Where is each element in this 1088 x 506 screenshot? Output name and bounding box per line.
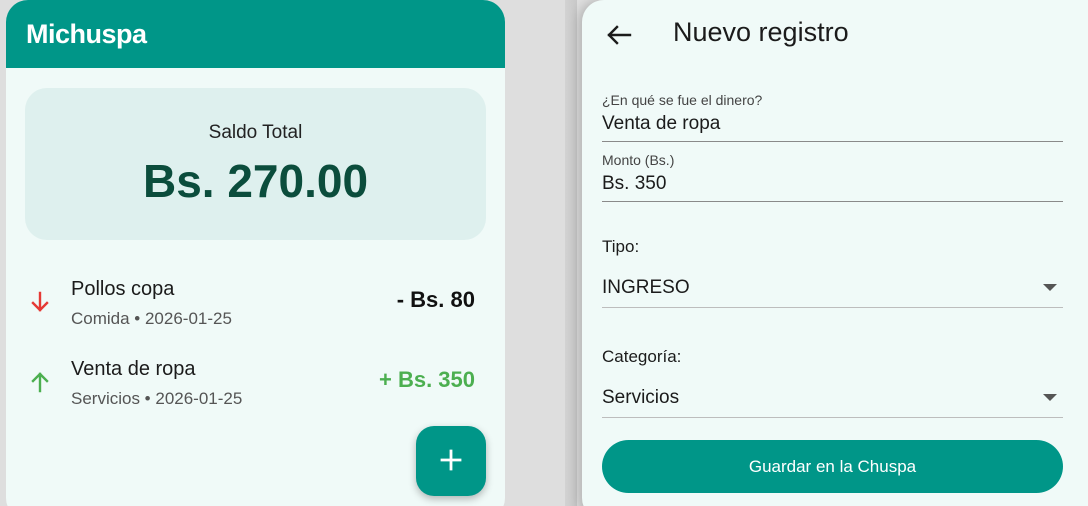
- app-title: Michuspa: [26, 18, 147, 49]
- back-button[interactable]: [604, 20, 634, 50]
- transaction-amount: - Bs. 80: [396, 287, 475, 312]
- category-selected-value: Servicios: [602, 386, 680, 408]
- arrow-down-icon: [28, 290, 52, 314]
- transaction-subtitle: Servicios • 2026-01-25: [71, 389, 243, 408]
- add-transaction-button[interactable]: [416, 426, 486, 496]
- transaction-title: Pollos copa: [71, 278, 175, 300]
- balance-value: Bs. 270.00: [142, 155, 369, 207]
- balance-label: Saldo Total: [208, 122, 303, 143]
- chevron-down-icon: [1043, 284, 1057, 291]
- transaction-row[interactable]: Pollos copa Comida • 2026-01-25 - Bs. 80: [6, 270, 505, 350]
- page-title: Nuevo registro: [673, 17, 849, 47]
- type-select[interactable]: INGRESO: [602, 268, 1063, 308]
- transaction-list: Pollos copa Comida • 2026-01-25 - Bs. 80…: [6, 270, 505, 430]
- category-select[interactable]: Servicios: [602, 378, 1063, 418]
- amount-field-group: Monto (Bs.): [602, 152, 1063, 202]
- amount-input[interactable]: [602, 168, 1063, 202]
- arrow-up-icon: [28, 370, 52, 394]
- description-label: ¿En qué se fue el dinero?: [602, 92, 763, 108]
- description-field-group: ¿En qué se fue el dinero?: [602, 92, 1063, 142]
- description-input[interactable]: [602, 108, 1063, 142]
- category-label: Categoría:: [602, 347, 682, 366]
- app-bar: Michuspa: [6, 0, 505, 68]
- transaction-amount: + Bs. 350: [378, 367, 475, 392]
- save-button[interactable]: Guardar en la Chuspa: [602, 440, 1063, 493]
- type-selected-value: INGRESO: [602, 276, 690, 298]
- plus-icon: [439, 448, 463, 475]
- transaction-title: Venta de ropa: [71, 358, 196, 380]
- transaction-subtitle: Comida • 2026-01-25: [71, 309, 232, 328]
- chevron-down-icon: [1043, 394, 1057, 401]
- transaction-row[interactable]: Venta de ropa Servicios • 2026-01-25 + B…: [6, 350, 505, 430]
- new-record-screen: Nuevo registro ¿En qué se fue el dinero?…: [582, 0, 1088, 506]
- type-label: Tipo:: [602, 237, 640, 256]
- home-screen: Michuspa Saldo Total Bs. 270.00 Pollos c…: [6, 0, 505, 506]
- screen-divider: [565, 0, 577, 506]
- transaction-text: Venta de ropa Servicios • 2026-01-25: [71, 358, 242, 409]
- arrow-left-icon: [604, 25, 634, 53]
- balance-card: Saldo Total Bs. 270.00: [25, 88, 486, 240]
- amount-label: Monto (Bs.): [602, 152, 675, 168]
- transaction-text: Pollos copa Comida • 2026-01-25: [71, 278, 232, 329]
